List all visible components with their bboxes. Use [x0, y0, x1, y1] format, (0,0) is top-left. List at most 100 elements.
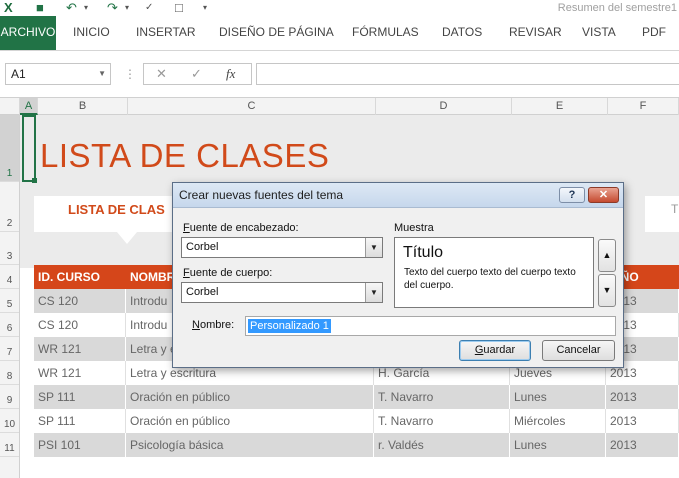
cell-id[interactable]: SP 111 [34, 385, 126, 409]
row-header-5[interactable]: 5 [0, 289, 19, 313]
scroll-down-button[interactable]: ▼ [598, 274, 616, 307]
tab-insertar[interactable]: INSERTAR [136, 16, 196, 50]
cancel-button[interactable]: Cancelar [542, 340, 615, 361]
row-header-8[interactable]: 8 [0, 361, 19, 385]
cell-instructor[interactable]: r. Valdés [374, 433, 510, 457]
cell-name[interactable]: Psicología básica [126, 433, 374, 457]
row-header-1[interactable]: 1 [0, 115, 19, 182]
name-input-value: Personalizado 1 [248, 319, 331, 333]
tab-formulas[interactable]: FÓRMULAS [352, 16, 419, 50]
create-theme-fonts-dialog: Crear nuevas fuentes del tema ? ✕ Fuente… [172, 182, 624, 368]
name-box[interactable]: A1 ▼ [5, 63, 111, 85]
formula-bar-splitter-icon[interactable]: ⋮ [124, 63, 136, 85]
dialog-title: Crear nuevas fuentes del tema [179, 188, 344, 202]
column-header-b[interactable]: B [38, 98, 128, 115]
tab-archivo[interactable]: ARCHIVO [0, 16, 56, 50]
cell-id[interactable]: CS 120 [34, 313, 126, 337]
help-icon: ? [568, 189, 576, 201]
sheet-subtab-right[interactable]: T [645, 196, 679, 232]
row-header-2[interactable]: 2 [0, 182, 19, 232]
cell-id[interactable]: PSI 101 [34, 433, 126, 457]
sample-title: Título [403, 244, 444, 261]
row-header-7[interactable]: 7 [0, 337, 19, 361]
chevron-down-icon[interactable]: ▼ [365, 283, 382, 302]
redo-dropdown-icon[interactable]: ▾ [125, 0, 129, 16]
save-button[interactable]: Guardar [459, 340, 531, 361]
table-row[interactable]: PSI 101 Psicología básica r. Valdés Lune… [34, 433, 679, 457]
sheet-subtab-right-label: T [671, 202, 679, 216]
cell-day[interactable]: Lunes [510, 433, 606, 457]
cell-year[interactable]: 2013 [606, 385, 679, 409]
save-icon[interactable]: ■ [36, 0, 44, 16]
column-header-f[interactable]: F [608, 98, 679, 115]
close-icon: ✕ [598, 189, 609, 201]
new-document-icon[interactable]: □ [175, 0, 183, 16]
more-icon[interactable]: ▾ [203, 0, 207, 16]
column-header-d[interactable]: D [376, 98, 512, 115]
row-header-4[interactable]: 4 [0, 265, 19, 289]
formula-input[interactable] [256, 63, 679, 85]
chevron-up-icon: ▲ [602, 250, 612, 260]
cell-instructor[interactable]: T. Navarro [374, 385, 510, 409]
body-font-select[interactable]: Corbel ▼ [181, 282, 383, 303]
body-font-value: Corbel [186, 286, 219, 298]
column-header-c[interactable]: C [128, 98, 376, 115]
tab-diseno-de-pagina[interactable]: DISEÑO DE PÁGINA [219, 16, 334, 50]
cell-year[interactable]: 2013 [606, 409, 679, 433]
cell-year[interactable]: 2013 [606, 433, 679, 457]
cell-name[interactable]: Oración en público [126, 385, 374, 409]
undo-dropdown-icon[interactable]: ▾ [84, 0, 88, 16]
table-header-id[interactable]: ID. CURSO [38, 265, 123, 289]
quick-access-toolbar: X ■ ↶ ▾ ↷ ▾ ✓ □ ▾ Resumen del semestre1 [0, 0, 679, 16]
column-header-a[interactable]: A [20, 98, 38, 115]
cell-id[interactable]: SP 111 [34, 409, 126, 433]
select-all-corner[interactable] [0, 98, 20, 115]
table-row[interactable]: SP 111 Oración en público T. Navarro Mié… [34, 409, 679, 433]
name-label-text: ombre: [199, 319, 235, 331]
heading-font-label-key: F [183, 222, 190, 234]
row-headers: 1 2 3 4 5 6 7 8 9 10 11 [0, 115, 20, 478]
formula-buttons: ✕ ✓ fx [143, 63, 252, 85]
body-font-label-key: F [183, 267, 190, 279]
tab-pdf[interactable]: PDF [642, 16, 666, 50]
cell-id[interactable]: CS 120 [34, 289, 126, 313]
cell-name[interactable]: Oración en público [126, 409, 374, 433]
redo-icon[interactable]: ↷ [107, 0, 118, 16]
tab-revisar[interactable]: REVISAR [509, 16, 562, 50]
close-button[interactable]: ✕ [588, 187, 619, 203]
table-row[interactable]: SP 111 Oración en público T. Navarro Lun… [34, 385, 679, 409]
row-header-10[interactable]: 10 [0, 409, 19, 433]
row-header-3[interactable]: 3 [0, 232, 19, 265]
cell-instructor[interactable]: T. Navarro [374, 409, 510, 433]
sheet-subtab-label: LISTA DE CLAS [68, 202, 165, 217]
chevron-down-icon[interactable]: ▼ [365, 238, 382, 257]
row-header-11[interactable]: 11 [0, 433, 19, 457]
insert-function-icon[interactable]: fx [226, 64, 235, 84]
column-header-e[interactable]: E [512, 98, 608, 115]
tab-inicio[interactable]: INICIO [73, 16, 110, 50]
dialog-titlebar[interactable]: Crear nuevas fuentes del tema ? ✕ [173, 183, 623, 208]
heading-font-select[interactable]: Corbel ▼ [181, 237, 383, 258]
cell-day[interactable]: Miércoles [510, 409, 606, 433]
subtab-pointer [117, 232, 137, 244]
undo-icon[interactable]: ↶ [66, 0, 77, 16]
cell-id[interactable]: WR 121 [34, 361, 126, 385]
active-cell-outline [22, 115, 36, 182]
chevron-down-icon[interactable]: ▼ [98, 64, 106, 84]
enter-icon[interactable]: ✓ [191, 64, 202, 84]
excel-logo-icon[interactable]: X [4, 0, 13, 16]
tab-vista[interactable]: VISTA [582, 16, 616, 50]
spelling-icon[interactable]: ✓ [145, 0, 153, 16]
row-header-9[interactable]: 9 [0, 385, 19, 409]
cancel-icon[interactable]: ✕ [156, 64, 167, 84]
row-header-6[interactable]: 6 [0, 313, 19, 337]
fill-handle[interactable] [32, 178, 37, 183]
sheet-title[interactable]: LISTA DE CLASES [40, 137, 329, 175]
name-input[interactable]: Personalizado 1 [245, 316, 616, 336]
help-button[interactable]: ? [559, 187, 585, 203]
cell-day[interactable]: Lunes [510, 385, 606, 409]
tab-datos[interactable]: DATOS [442, 16, 482, 50]
cell-id[interactable]: WR 121 [34, 337, 126, 361]
scroll-up-button[interactable]: ▲ [598, 239, 616, 272]
sheet-subtab[interactable]: LISTA DE CLAS [34, 196, 176, 232]
